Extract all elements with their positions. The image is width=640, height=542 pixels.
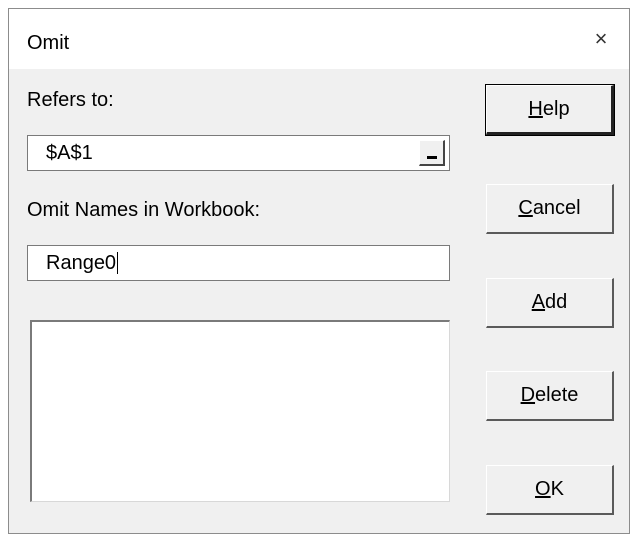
dialog-title: Omit bbox=[27, 32, 70, 54]
ok-label-rest: K bbox=[550, 478, 564, 500]
delete-mnemonic: D bbox=[520, 384, 536, 406]
title-bar: Omit × bbox=[9, 9, 629, 69]
refers-to-value: $A$1 bbox=[46, 141, 93, 164]
ok-mnemonic: O bbox=[535, 478, 551, 500]
close-icon[interactable]: × bbox=[573, 9, 629, 69]
collapse-dialog-icon[interactable] bbox=[419, 140, 445, 166]
omit-names-label: Omit Names in Workbook: bbox=[27, 199, 261, 221]
cancel-label-rest: ancel bbox=[532, 197, 581, 219]
add-label-rest: dd bbox=[545, 291, 568, 313]
help-mnemonic: H bbox=[528, 97, 543, 120]
refers-to-label: Refers to: bbox=[27, 89, 114, 111]
omit-names-list[interactable] bbox=[30, 320, 450, 502]
delete-label-rest: elete bbox=[535, 384, 579, 406]
add-button[interactable]: Add bbox=[486, 278, 614, 328]
help-button[interactable]: Help bbox=[485, 84, 615, 136]
cancel-button[interactable]: Cancel bbox=[486, 184, 614, 234]
ok-button[interactable]: OK bbox=[486, 465, 614, 515]
text-caret bbox=[117, 252, 119, 274]
add-mnemonic: A bbox=[531, 291, 546, 313]
omit-name-value: Range0 bbox=[46, 251, 117, 274]
omit-name-input[interactable]: Range0 bbox=[27, 245, 450, 281]
cancel-mnemonic: C bbox=[518, 197, 533, 219]
collapse-bar-glyph bbox=[427, 156, 437, 159]
omit-dialog: Omit × Refers to: $A$1 Omit Names in Wor… bbox=[8, 8, 630, 534]
delete-button[interactable]: Delete bbox=[486, 371, 614, 421]
refers-to-field[interactable]: $A$1 bbox=[27, 135, 450, 171]
help-label-rest: elp bbox=[542, 97, 570, 120]
